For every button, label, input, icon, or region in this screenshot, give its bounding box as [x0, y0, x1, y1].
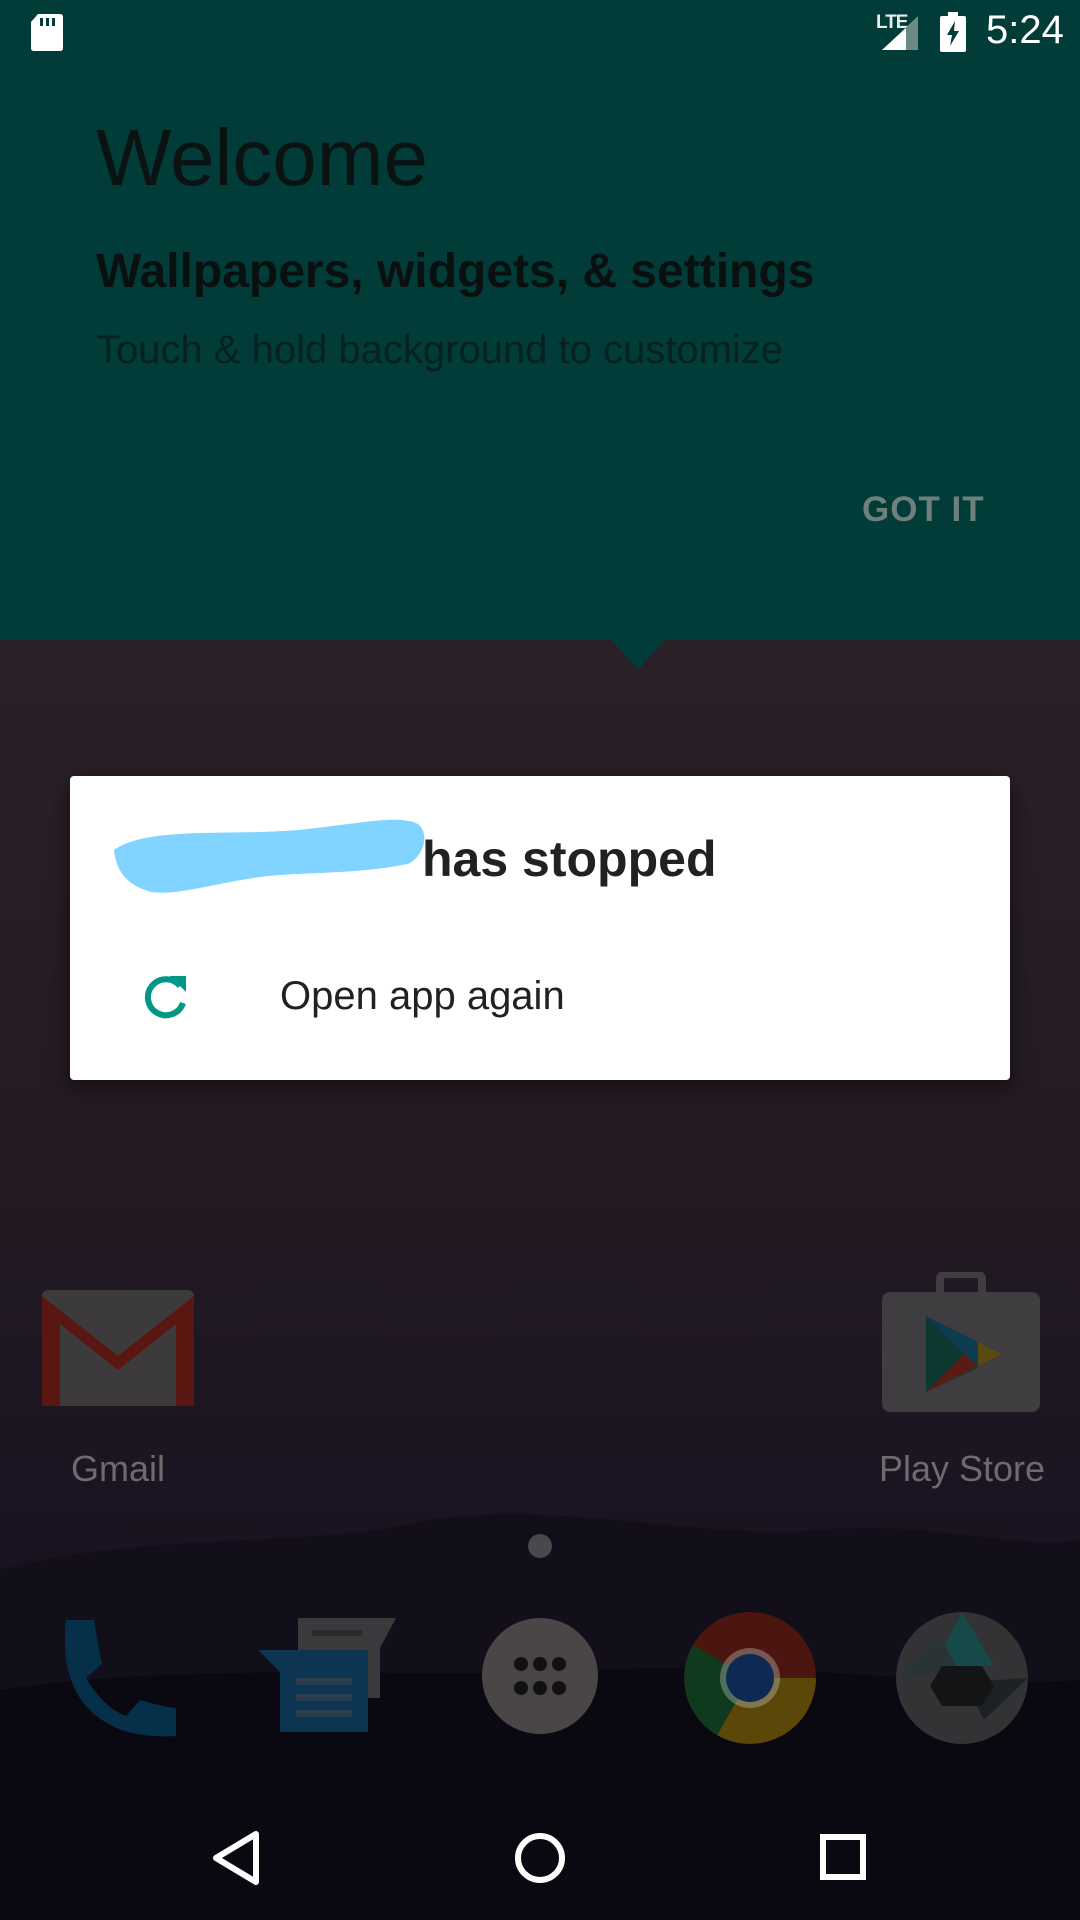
redaction-scribble	[114, 819, 425, 893]
camera-icon[interactable]	[894, 1610, 1030, 1746]
home-icon[interactable]	[514, 1832, 566, 1884]
welcome-card	[0, 0, 1080, 640]
page-indicator-dot	[528, 1534, 552, 1558]
welcome-body: Touch & hold background to customize	[96, 328, 784, 372]
messages-icon[interactable]	[258, 1614, 398, 1738]
play-store-icon[interactable]	[882, 1272, 1040, 1412]
chrome-icon[interactable]	[682, 1610, 818, 1746]
app-label-play-store[interactable]: Play Store	[860, 1448, 1064, 1490]
sd-card-icon	[31, 14, 63, 51]
gmail-icon[interactable]	[42, 1290, 194, 1406]
welcome-pointer	[608, 636, 668, 670]
got-it-button[interactable]: GOT IT	[862, 490, 985, 530]
battery-charging-icon	[940, 12, 966, 52]
app-drawer-icon[interactable]	[482, 1618, 598, 1734]
status-clock: 5:24	[986, 8, 1064, 52]
recents-icon[interactable]	[820, 1834, 866, 1880]
dialog-title: has stopped	[422, 831, 717, 887]
refresh-icon	[144, 976, 186, 1019]
back-icon[interactable]	[212, 1830, 262, 1886]
welcome-title: Welcome	[96, 113, 428, 202]
open-app-again-label: Open app again	[280, 974, 565, 1018]
phone-icon[interactable]	[56, 1616, 180, 1740]
app-label-gmail[interactable]: Gmail	[0, 1448, 236, 1490]
signal-icon	[882, 16, 918, 50]
welcome-subtitle: Wallpapers, widgets, & settings	[96, 245, 815, 298]
